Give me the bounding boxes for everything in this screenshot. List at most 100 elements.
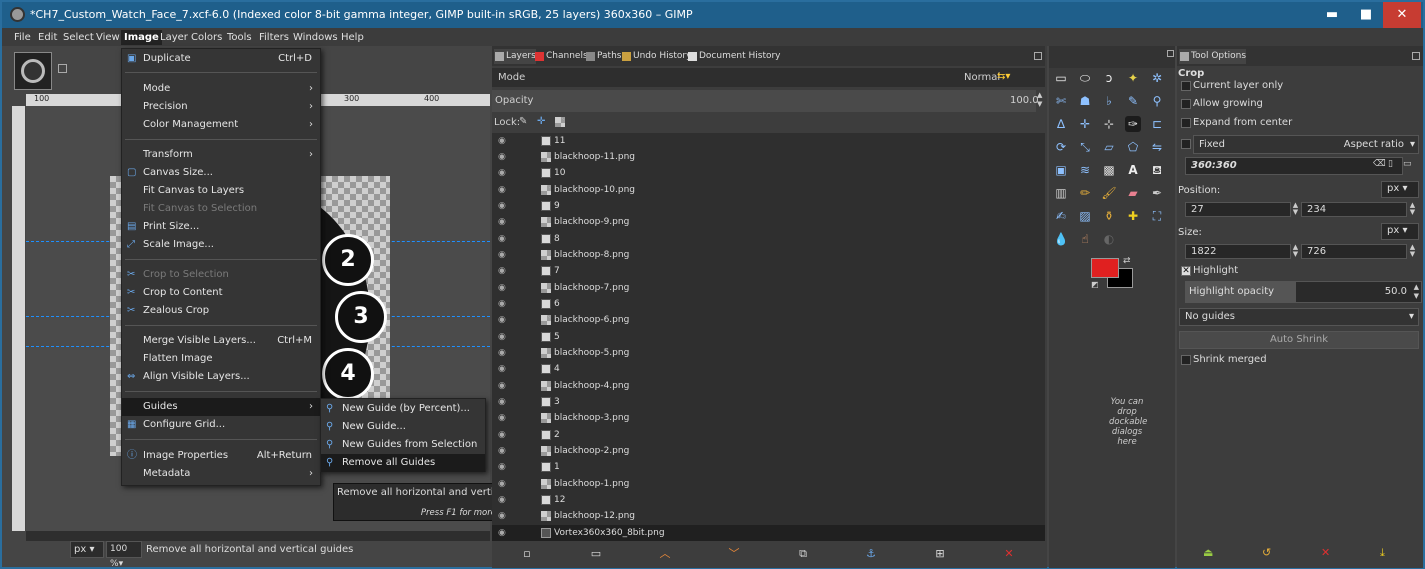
image-tab-thumbnail[interactable] bbox=[14, 52, 52, 90]
ellipse-select-icon[interactable]: ⬭ bbox=[1077, 70, 1093, 86]
layer-row[interactable]: ◉ blackhoop-8.png bbox=[492, 247, 1045, 263]
menu-item-flatten[interactable]: Flatten Image bbox=[122, 350, 320, 368]
menu-view[interactable]: View bbox=[93, 30, 123, 45]
layer-row[interactable]: ◉ 1 bbox=[492, 459, 1045, 475]
menu-edit[interactable]: Edit bbox=[35, 30, 60, 45]
highlight-opacity-spinner[interactable]: ▲ ▼ bbox=[1414, 283, 1419, 301]
position-x-spinner[interactable]: ▲ ▼ bbox=[1291, 202, 1300, 217]
lock-position-icon[interactable]: ✛ bbox=[537, 116, 545, 127]
menu-item-precision[interactable]: Precision › bbox=[122, 98, 320, 116]
eye-icon[interactable]: ◉ bbox=[498, 300, 508, 309]
shear-icon[interactable]: ▱ bbox=[1101, 139, 1117, 155]
layer-row[interactable]: ◉ 9 bbox=[492, 198, 1045, 214]
menu-item-guides[interactable]: Guides › bbox=[122, 398, 320, 416]
eye-icon[interactable]: ◉ bbox=[498, 349, 508, 358]
size-unit-select[interactable]: px ▾ bbox=[1381, 223, 1419, 240]
color-picker-icon[interactable]: ✎ bbox=[1125, 93, 1141, 109]
layer-row[interactable]: ◉ 5 bbox=[492, 329, 1045, 345]
menu-item-mode[interactable]: Mode › bbox=[122, 80, 320, 98]
layer-row[interactable]: ◉ blackhoop-12.png bbox=[492, 508, 1045, 524]
perspective-icon[interactable]: ⬠ bbox=[1125, 139, 1141, 155]
shrink-merged-checkbox[interactable] bbox=[1181, 355, 1191, 365]
menu-select[interactable]: Select bbox=[60, 30, 97, 45]
mypaint-brush-icon[interactable]: ▨ bbox=[1077, 208, 1093, 224]
portrait-icon[interactable]: ▯ bbox=[1388, 159, 1393, 169]
position-unit-select[interactable]: px ▾ bbox=[1381, 181, 1419, 198]
eye-icon[interactable]: ◉ bbox=[498, 529, 508, 538]
handle-transform-icon[interactable]: ▩ bbox=[1101, 162, 1117, 178]
eye-icon[interactable]: ◉ bbox=[498, 431, 508, 440]
menu-item-metadata[interactable]: Metadata › bbox=[122, 465, 320, 483]
menu-item-align-visible[interactable]: ⇔ Align Visible Layers... bbox=[122, 368, 320, 386]
eye-icon[interactable]: ◉ bbox=[498, 284, 508, 293]
move-icon[interactable]: ✛ bbox=[1077, 116, 1093, 132]
dock-menu-icon[interactable] bbox=[1034, 52, 1042, 60]
new-layer-icon[interactable]: ▫ bbox=[520, 547, 534, 561]
unit-select[interactable]: px ▾ bbox=[70, 541, 104, 558]
layer-row[interactable]: ◉ blackhoop-4.png bbox=[492, 378, 1045, 394]
gradient-icon[interactable]: ▥ bbox=[1053, 185, 1069, 201]
tab-undo-history[interactable]: Undo History bbox=[621, 49, 691, 64]
menu-item-color-management[interactable]: Color Management › bbox=[122, 116, 320, 134]
eye-icon[interactable]: ◉ bbox=[498, 333, 508, 342]
tab-tool-options[interactable]: Tool Options bbox=[1179, 49, 1247, 64]
fuzzy-select-icon[interactable]: ✦ bbox=[1125, 70, 1141, 86]
dock-menu-icon[interactable] bbox=[1412, 52, 1420, 60]
eye-icon[interactable]: ◉ bbox=[498, 251, 508, 260]
merge-layer-icon[interactable]: ⊞ bbox=[933, 547, 947, 561]
menu-help[interactable]: Help bbox=[338, 30, 367, 45]
pencil-icon[interactable]: ✏ bbox=[1077, 185, 1093, 201]
eye-icon[interactable]: ◉ bbox=[498, 137, 508, 146]
eye-icon[interactable]: ◉ bbox=[498, 398, 508, 407]
swap-colors-icon[interactable]: ⇄ bbox=[1123, 256, 1131, 266]
menu-item-remove-all-guides[interactable]: ⚲ Remove all Guides bbox=[321, 454, 485, 472]
layer-row[interactable]: ◉ blackhoop-11.png bbox=[492, 149, 1045, 165]
layer-row[interactable]: ◉ blackhoop-3.png bbox=[492, 410, 1045, 426]
eye-icon[interactable]: ◉ bbox=[498, 496, 508, 505]
fixed-checkbox[interactable] bbox=[1181, 139, 1191, 149]
reset-options-icon[interactable]: ⤓ bbox=[1380, 546, 1385, 560]
toolbox-menu-icon[interactable] bbox=[1167, 50, 1174, 57]
align-icon[interactable]: ⊹ bbox=[1101, 116, 1117, 132]
menu-item-fit-canvas-layers[interactable]: Fit Canvas to Layers bbox=[122, 182, 320, 200]
airbrush-icon[interactable]: ✒ bbox=[1149, 185, 1165, 201]
highlight-checkbox[interactable]: ✕ bbox=[1181, 266, 1191, 276]
menu-colors[interactable]: Colors bbox=[188, 30, 225, 45]
layer-row[interactable]: ◉ blackhoop-5.png bbox=[492, 345, 1045, 361]
eye-icon[interactable]: ◉ bbox=[498, 186, 508, 195]
eye-icon[interactable]: ◉ bbox=[498, 235, 508, 244]
eye-icon[interactable]: ◉ bbox=[498, 218, 508, 227]
eye-icon[interactable]: ◉ bbox=[498, 447, 508, 456]
menu-item-new-guide[interactable]: ⚲ New Guide... bbox=[321, 418, 485, 436]
opacity-spinner[interactable]: ▲ ▼ bbox=[1037, 91, 1042, 109]
size-height-spinner[interactable]: ▲ ▼ bbox=[1408, 244, 1417, 259]
auto-shrink-button[interactable]: Auto Shrink bbox=[1179, 331, 1419, 349]
tab-document-history[interactable]: Document History bbox=[687, 49, 781, 64]
menu-item-crop-content[interactable]: ✂ Crop to Content bbox=[122, 284, 320, 302]
menu-filters[interactable]: Filters bbox=[256, 30, 292, 45]
layer-row[interactable]: ◉ 8 bbox=[492, 231, 1045, 247]
select-by-color-icon[interactable]: ✲ bbox=[1149, 70, 1165, 86]
zoom-select[interactable]: 100 %▾ bbox=[106, 541, 142, 569]
anchor-layer-icon[interactable]: ⚓ bbox=[864, 547, 878, 561]
delete-layer-icon[interactable]: ✕ bbox=[1002, 547, 1016, 561]
horizontal-scrollbar[interactable] bbox=[26, 531, 490, 541]
menu-item-transform[interactable]: Transform › bbox=[122, 146, 320, 164]
layer-row[interactable]: ◉ blackhoop-7.png bbox=[492, 280, 1045, 296]
eye-icon[interactable]: ◉ bbox=[498, 414, 508, 423]
eye-icon[interactable]: ◉ bbox=[498, 169, 508, 178]
layer-row[interactable]: ◉ blackhoop-6.png bbox=[492, 312, 1045, 328]
menu-item-canvas-size[interactable]: ▢ Canvas Size... bbox=[122, 164, 320, 182]
eye-icon[interactable]: ◉ bbox=[498, 365, 508, 374]
position-y-input[interactable]: 234 bbox=[1301, 202, 1407, 217]
duplicate-layer-icon[interactable]: ⧉ bbox=[796, 547, 810, 561]
crop-tool-icon[interactable]: ✑ bbox=[1125, 116, 1141, 132]
layer-row[interactable]: ◉ 4 bbox=[492, 361, 1045, 377]
zoom-icon[interactable]: ⚲ bbox=[1149, 93, 1165, 109]
warp-transform-icon[interactable]: ≋ bbox=[1077, 162, 1093, 178]
lower-layer-icon[interactable]: ﹀ bbox=[727, 547, 741, 561]
position-y-spinner[interactable]: ▲ ▼ bbox=[1408, 202, 1417, 217]
measure-icon[interactable]: ∆ bbox=[1053, 116, 1069, 132]
mode-toggle-icon[interactable]: ⇆▾ bbox=[997, 71, 1010, 82]
menu-image[interactable]: Image bbox=[121, 30, 162, 45]
